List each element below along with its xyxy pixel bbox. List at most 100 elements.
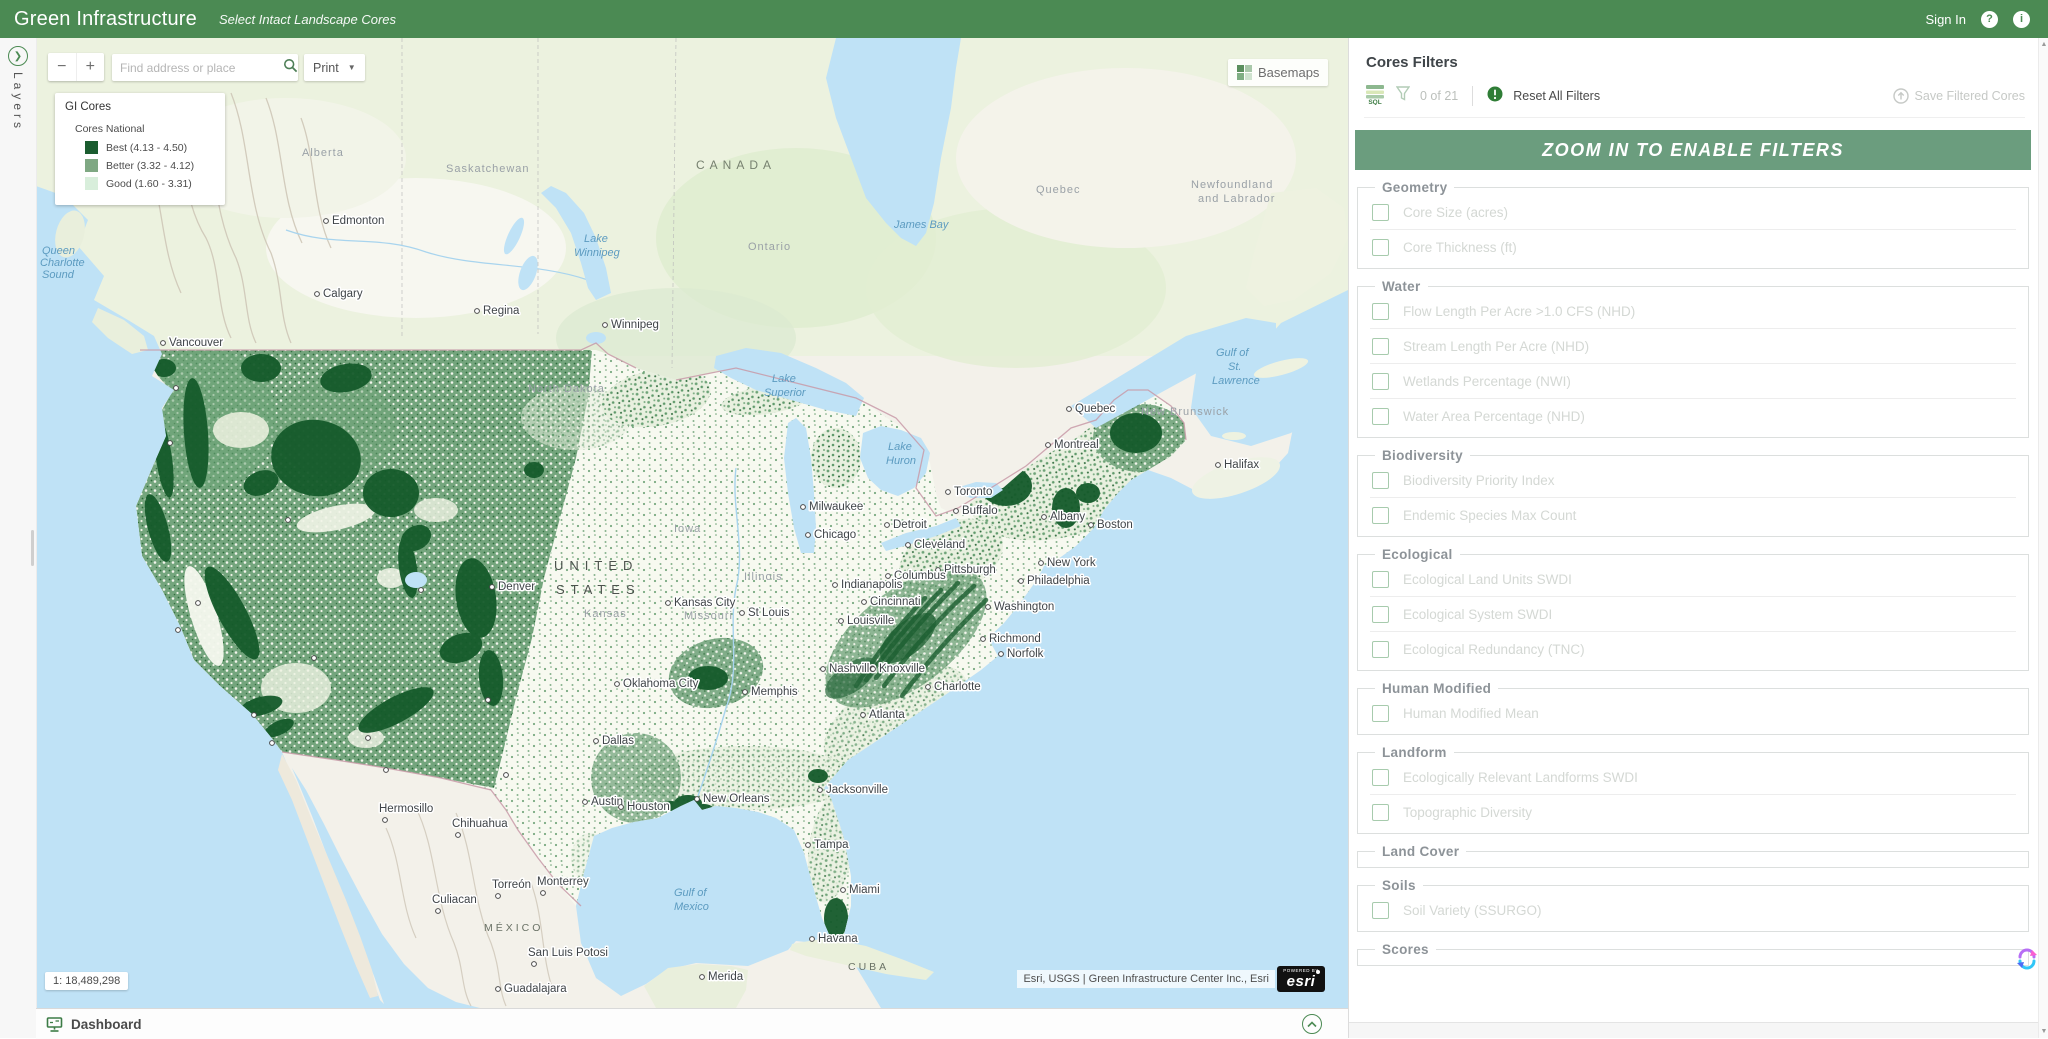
print-button[interactable]: Print ▼ (304, 54, 365, 81)
city-marker (821, 667, 826, 672)
map-label: Gulf of (674, 887, 707, 899)
city-marker (886, 574, 891, 579)
filter-checkbox[interactable] (1372, 641, 1389, 658)
sql-query-icon[interactable]: SQL (1364, 83, 1386, 110)
help-icon[interactable]: ? (1981, 11, 1998, 28)
city-label: Edmonton (332, 215, 384, 227)
map-label: Lawrence (1212, 375, 1260, 387)
filter-checkbox[interactable] (1372, 408, 1389, 425)
panel-scrollbar[interactable]: ▲ ▼ (2038, 38, 2048, 1038)
colorful-sync-icon[interactable] (2017, 948, 2037, 975)
layers-rail: ❯ Layers (0, 38, 37, 1038)
search-input[interactable] (112, 61, 283, 75)
map-attribution: Esri, USGS | Green Infrastructure Center… (1017, 970, 1275, 988)
chevron-down-icon[interactable]: ▼ (348, 63, 356, 72)
city-marker (885, 523, 890, 528)
city-label: Pittsburgh (944, 564, 996, 576)
city-label: Chicago (814, 529, 856, 541)
filter-item-row: Biodiversity Priority Index (1370, 463, 2016, 497)
dashboard-label[interactable]: Dashboard (71, 1017, 142, 1032)
city-marker (1042, 515, 1047, 520)
panel-drag-handle[interactable] (31, 530, 34, 566)
city-label: Denver (498, 581, 535, 593)
map-label: Saskatchewan (446, 163, 530, 175)
legend-row: Good (1.60 - 3.31) (85, 177, 215, 190)
map-label: Winnipeg (574, 247, 621, 259)
filter-item-row: Ecological Redundancy (TNC) (1370, 631, 2016, 666)
filter-checkbox[interactable] (1372, 606, 1389, 623)
scroll-up-icon[interactable]: ▲ (2039, 41, 2048, 48)
city-label: New Orleans (703, 793, 770, 805)
filter-checkbox[interactable] (1372, 204, 1389, 221)
city-marker (806, 533, 811, 538)
basemaps-button[interactable]: Basemaps (1228, 59, 1328, 86)
city-marker (486, 698, 491, 703)
filter-checkbox[interactable] (1372, 804, 1389, 821)
expand-layers-icon[interactable]: ❯ (8, 46, 28, 66)
filter-checkbox[interactable] (1372, 239, 1389, 256)
city-marker (456, 833, 461, 838)
filter-item-label: Topographic Diversity (1403, 805, 1532, 820)
filter-item-row: Stream Length Per Acre (NHD) (1370, 328, 2016, 363)
map-label: Iowa (674, 523, 701, 535)
filter-item-row: Soil Variety (SSURGO) (1370, 893, 2016, 927)
filter-checkbox[interactable] (1372, 769, 1389, 786)
filter-checkbox[interactable] (1372, 472, 1389, 489)
city-label: Atlanta (869, 709, 905, 721)
legend-class-label: Good (1.60 - 3.31) (106, 178, 192, 190)
info-icon[interactable]: i (2013, 11, 2030, 28)
map-label: Mexico (674, 901, 709, 913)
filter-checkbox[interactable] (1372, 902, 1389, 919)
city-label: Dallas (602, 735, 634, 747)
save-filtered-cores-button[interactable]: Save Filtered Cores (1893, 88, 2025, 104)
city-marker (833, 583, 838, 588)
app-subtitle: Select Intact Landscape Cores (219, 12, 396, 27)
filter-item-row: Water Area Percentage (NHD) (1370, 398, 2016, 433)
filter-checkbox[interactable] (1372, 338, 1389, 355)
city-marker (504, 773, 509, 778)
sign-in-link[interactable]: Sign In (1926, 12, 1966, 27)
filter-checkbox[interactable] (1372, 303, 1389, 320)
city-marker (801, 505, 806, 510)
cores-filters-panel: Cores Filters SQL 0 of 21 Reset All Filt… (1348, 38, 2039, 1038)
map-label: Kansas (584, 608, 627, 620)
filter-checkbox[interactable] (1372, 507, 1389, 524)
reset-all-filters-button[interactable]: Reset All Filters (1513, 89, 1600, 103)
zoom-in-button[interactable]: + (77, 53, 105, 81)
city-marker (954, 509, 959, 514)
city-marker (806, 843, 811, 848)
filter-checkbox[interactable] (1372, 705, 1389, 722)
filter-section-title: Landform (1375, 745, 1454, 760)
city-marker (666, 601, 671, 606)
basemap-grid-icon (1237, 65, 1252, 80)
zoom-out-button[interactable]: − (48, 53, 77, 81)
city-marker (810, 937, 815, 942)
filter-item-label: Flow Length Per Acre >1.0 CFS (NHD) (1403, 304, 1635, 319)
basemaps-label: Basemaps (1258, 65, 1319, 80)
filter-sections: GeometryCore Size (acres)Core Thickness … (1355, 180, 2031, 966)
city-marker (695, 797, 700, 802)
search-icon[interactable] (283, 58, 298, 78)
filter-section-land-cover: Land Cover (1357, 844, 2029, 868)
city-marker (615, 682, 620, 687)
filter-checkbox[interactable] (1372, 571, 1389, 588)
filter-item-label: Endemic Species Max Count (1403, 508, 1576, 523)
city-label: Winnipeg (611, 319, 659, 331)
filter-section-ecological: EcologicalEcological Land Units SWDIEcol… (1357, 547, 2029, 671)
map-label: Sound (42, 269, 75, 281)
esri-logo[interactable]: POWERED BY esri (1277, 966, 1325, 992)
city-marker (700, 975, 705, 980)
city-marker (475, 309, 480, 314)
filter-item-label: Water Area Percentage (NHD) (1403, 409, 1585, 424)
city-marker (419, 588, 424, 593)
layers-rail-label[interactable]: Layers (11, 72, 25, 132)
map-label: Charlotte (40, 257, 85, 269)
scroll-down-icon[interactable]: ▼ (2039, 1028, 2048, 1035)
map-label: North Dakota (528, 383, 605, 395)
collapse-dashboard-icon[interactable] (1302, 1014, 1322, 1034)
city-label: Detroit (893, 519, 928, 531)
map-canvas[interactable]: CANADAUNITEDSTATESMÉXICOCUBAAlbertaSaska… (36, 38, 1348, 1008)
filter-checkbox[interactable] (1372, 373, 1389, 390)
city-label: Austin (591, 796, 623, 808)
city-marker (436, 909, 441, 914)
